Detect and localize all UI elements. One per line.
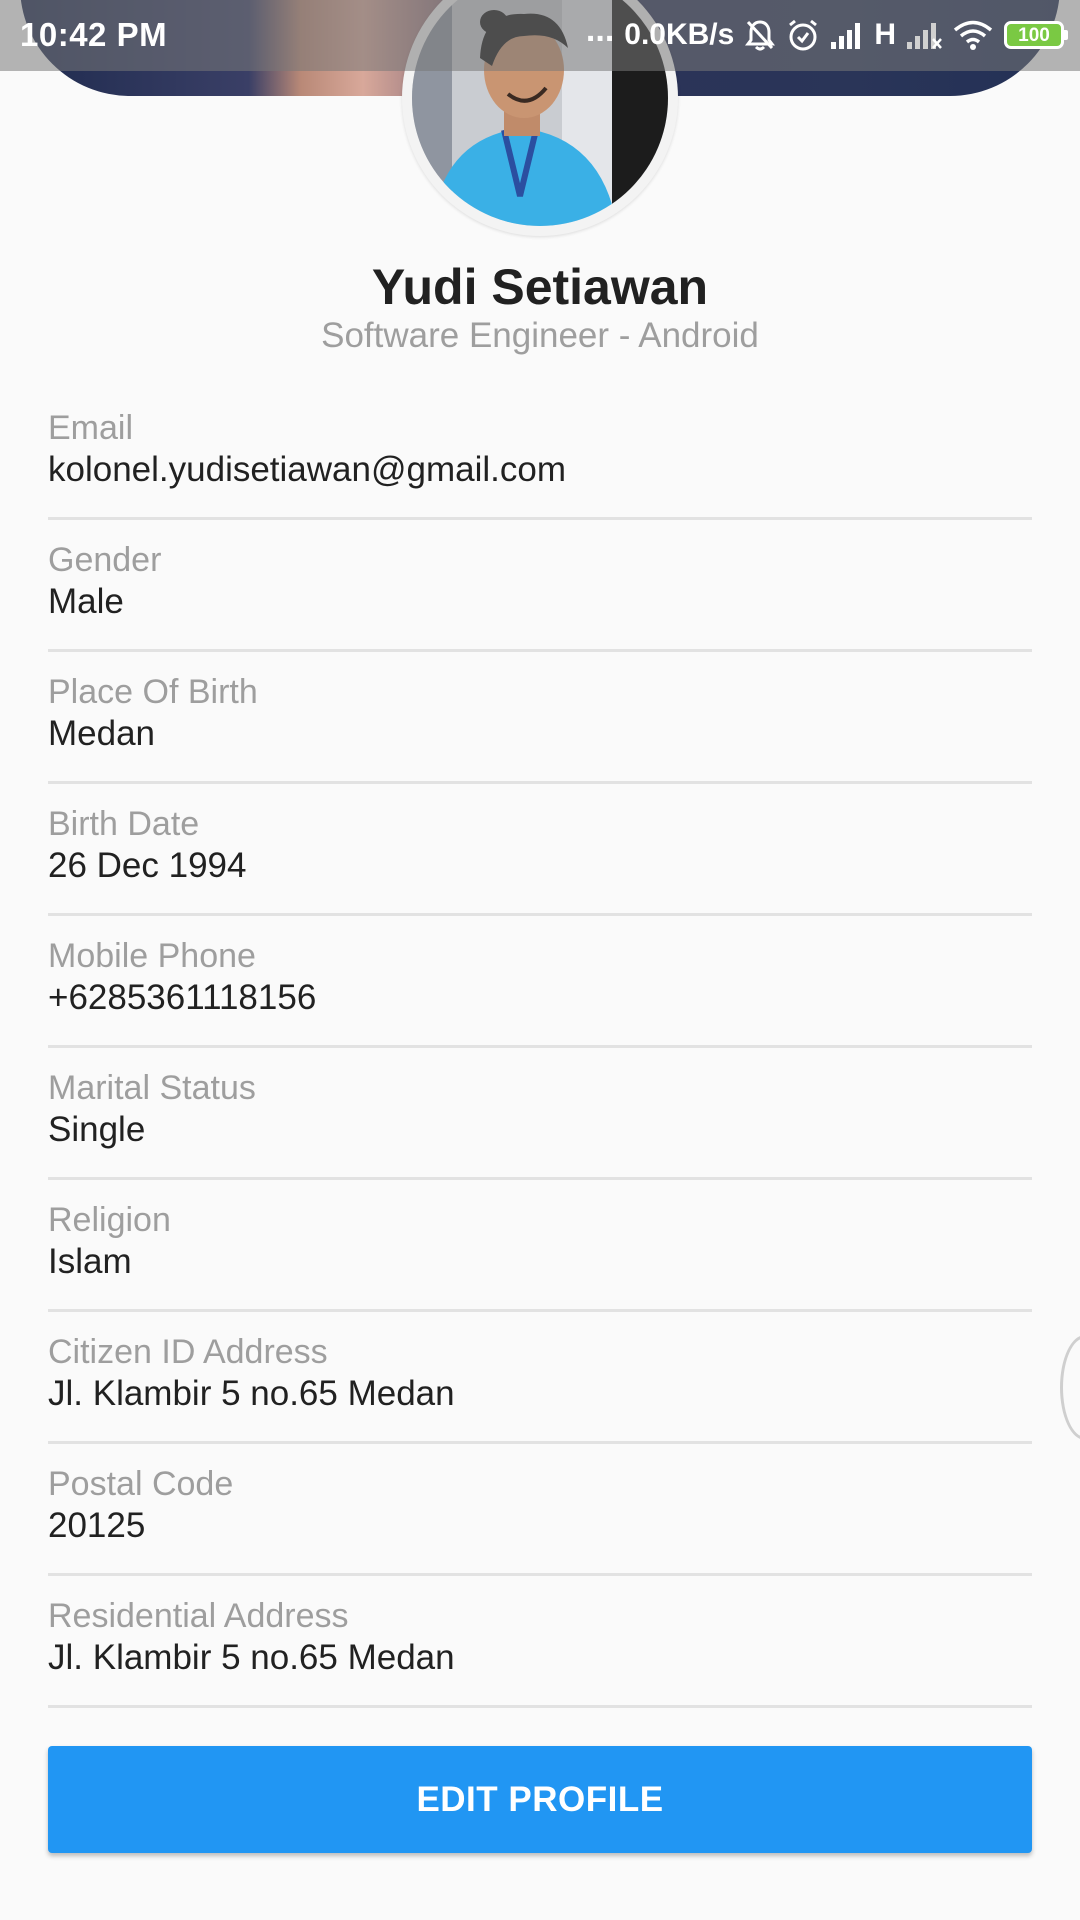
field-value: kolonel.yudisetiawan@gmail.com — [48, 450, 566, 489]
field-label: Place Of Birth — [48, 673, 258, 711]
network-type-label: H — [874, 18, 896, 51]
no-signal-icon — [906, 20, 942, 50]
field-row-mobile-phone: Mobile Phone +6285361118156 — [48, 918, 1032, 1048]
profile-name: Yudi Setiawan — [371, 259, 709, 315]
field-row-postal-code: Postal Code 20125 — [48, 1446, 1032, 1576]
field-row-marital-status: Marital Status Single — [48, 1050, 1032, 1180]
field-label: Gender — [48, 541, 162, 579]
network-speed: 0.0KB/s — [624, 18, 735, 51]
field-value: Male — [48, 582, 124, 621]
field-row-birth-date: Birth Date 26 Dec 1994 — [48, 786, 1032, 916]
notifications-off-icon — [744, 18, 776, 52]
field-row-religion: Religion Islam — [48, 1182, 1032, 1312]
field-label: Email — [48, 409, 134, 447]
alarm-icon — [786, 18, 820, 52]
signal-icon — [830, 20, 864, 50]
profile-fields-list: Email kolonel.yudisetiawan@gmail.com Gen… — [48, 390, 1032, 1710]
field-label: Postal Code — [48, 1465, 234, 1503]
field-row-place-of-birth: Place Of Birth Medan — [48, 654, 1032, 784]
field-label: Religion — [48, 1201, 171, 1239]
field-label: Mobile Phone — [48, 937, 256, 975]
battery-level: 100 — [1018, 24, 1050, 46]
more-notifications-indicator: ... — [585, 11, 615, 49]
edit-profile-button[interactable]: EDIT PROFILE — [48, 1746, 1032, 1853]
field-row-citizen-id-address: Citizen ID Address Jl. Klambir 5 no.65 M… — [48, 1314, 1032, 1444]
field-label: Residential Address — [48, 1597, 349, 1635]
field-value: 20125 — [48, 1506, 146, 1545]
field-row-residential-address: Residential Address Jl. Klambir 5 no.65 … — [48, 1578, 1032, 1708]
field-value: +6285361118156 — [48, 978, 317, 1017]
field-value: Single — [48, 1110, 146, 1149]
status-time: 10:42 PM — [20, 16, 168, 53]
field-value: Jl. Klambir 5 no.65 Medan — [48, 1374, 455, 1413]
field-row-email: Email kolonel.yudisetiawan@gmail.com — [48, 390, 1032, 520]
field-label: Marital Status — [48, 1069, 256, 1107]
field-value: Islam — [48, 1242, 132, 1281]
wifi-icon — [952, 19, 994, 51]
battery-icon: 100 — [1004, 21, 1068, 49]
field-row-gender: Gender Male — [48, 522, 1032, 652]
field-value: 26 Dec 1994 — [48, 846, 247, 885]
profile-role: Software Engineer - Android — [321, 316, 759, 355]
field-value: Jl. Klambir 5 no.65 Medan — [48, 1638, 455, 1677]
field-label: Citizen ID Address — [48, 1333, 328, 1371]
status-bar: 10:42 PM ... 0.0KB/s H 100 — [0, 0, 1080, 71]
overscroll-edge-indicator — [1060, 1335, 1080, 1440]
field-label: Birth Date — [48, 805, 200, 843]
field-value: Medan — [48, 714, 156, 753]
status-icons: ... 0.0KB/s H 100 — [585, 11, 1068, 56]
